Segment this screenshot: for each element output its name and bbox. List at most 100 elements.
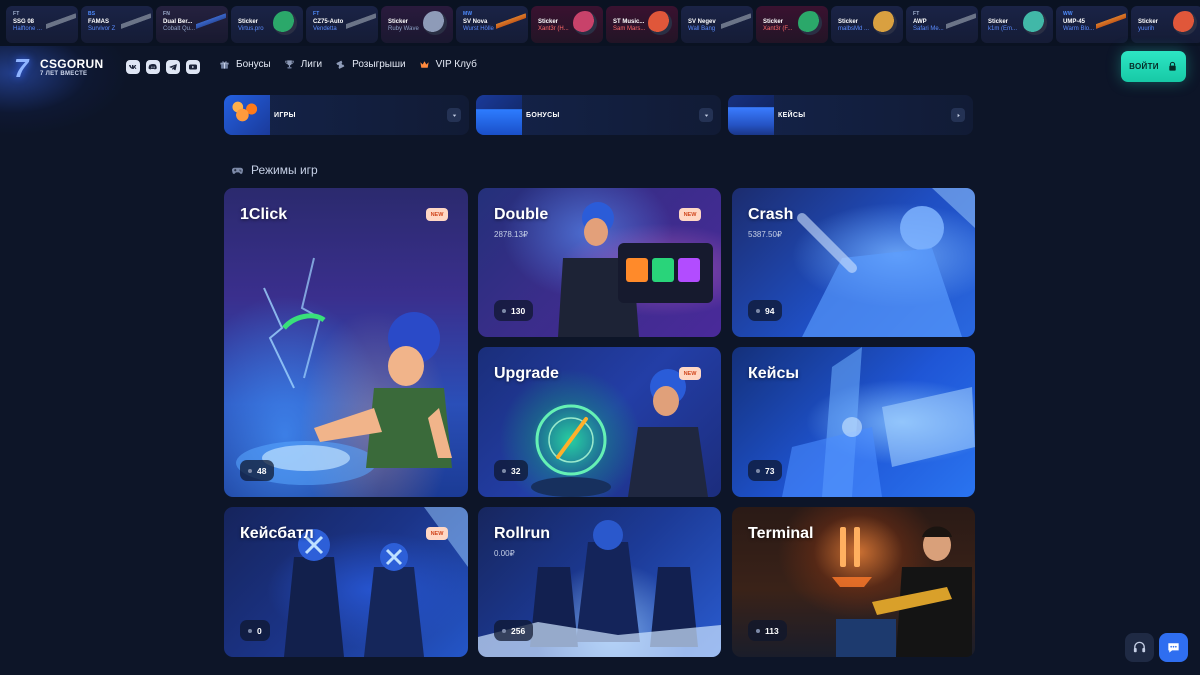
online-count: 0 [257, 625, 262, 636]
chat-button[interactable] [1159, 633, 1188, 662]
nav-vip-club-label: VIP Клуб [435, 59, 477, 70]
cases-open-button[interactable] [951, 108, 965, 122]
login-button[interactable]: ВОЙТИ [1121, 51, 1186, 82]
nav-giveaways[interactable]: Розыгрыши [335, 59, 406, 70]
login-label: ВОЙТИ [1129, 62, 1159, 71]
drop-item[interactable]: BS FAMAS Survivor Z [81, 6, 153, 43]
category-cases-label: КЕЙСЫ [778, 111, 806, 119]
drop-item[interactable]: Sticker k1m (Em... [981, 6, 1053, 43]
online-counter: 73 [748, 460, 783, 481]
game-card-casebattle[interactable]: Кейсбатл NEW 0 [224, 507, 468, 657]
section-title: Режимы игр [251, 163, 318, 177]
game-title: 1Click [240, 206, 288, 223]
online-counter: 113 [748, 620, 787, 641]
online-counter: 130 [494, 300, 534, 321]
weapon-image [1096, 11, 1126, 37]
support-button[interactable] [1125, 633, 1154, 662]
drop-item[interactable]: Sticker Xant3r (F... [756, 6, 828, 43]
drop-item[interactable]: FT AWP Safari Me... [906, 6, 978, 43]
game-card-cases[interactable]: Кейсы 73 [732, 347, 975, 497]
game-card-double[interactable]: Double 2878.13₽ NEW 130 [478, 188, 721, 337]
cases-thumbnail [728, 95, 774, 135]
nav-leagues-label: Лиги [300, 59, 323, 70]
online-count: 94 [765, 305, 775, 316]
online-dot-icon [248, 628, 252, 633]
game-bank: 0.00₽ [494, 549, 515, 558]
new-badge: NEW [679, 367, 701, 380]
game-title: Upgrade [494, 365, 559, 382]
drop-item[interactable]: FT CZ75-Auto Vendetta [306, 6, 378, 43]
discord-icon[interactable] [146, 60, 160, 74]
weapon-image [196, 11, 226, 37]
gamepad-icon [231, 167, 244, 174]
logo-tagline: 7 ЛЕТ ВМЕСТЕ [40, 71, 88, 77]
game-title: Rollrun [494, 525, 550, 542]
online-dot-icon [248, 468, 252, 473]
crown-icon [419, 61, 429, 68]
category-cases[interactable]: КЕЙСЫ [728, 95, 973, 135]
online-dot-icon [756, 468, 760, 473]
drop-item[interactable]: FN Dual Ber... Cobalt Qu... [156, 6, 228, 43]
game-card-1click[interactable]: 1Click NEW 48 [224, 188, 468, 497]
game-card-upgrade[interactable]: Upgrade NEW 32 [478, 347, 721, 497]
sticker-image [1173, 11, 1197, 35]
chevron-down-icon [452, 114, 456, 117]
sticker-image [1023, 11, 1047, 35]
drop-item[interactable]: ST Music... Sam Mars... [606, 6, 678, 43]
online-counter: 48 [240, 460, 275, 481]
new-badge: NEW [426, 208, 448, 221]
drop-item[interactable]: Sticker Virtus.pro [231, 6, 303, 43]
game-title: Double [494, 206, 549, 223]
drop-item[interactable]: Sticker Xant3r (H... [531, 6, 603, 43]
online-count: 113 [765, 625, 779, 636]
bonuses-expand-button[interactable] [699, 108, 713, 122]
drop-item[interactable]: SV Negev Wall Bang [681, 6, 753, 43]
youtube-icon[interactable] [186, 60, 200, 74]
sticker-image [573, 11, 597, 35]
main-nav: Бонусы Лиги Розыгрыши VIP Клуб [219, 59, 477, 70]
game-card-terminal[interactable]: Terminal 113 [732, 507, 975, 657]
category-games[interactable]: ИГРЫ [224, 95, 469, 135]
category-bonuses[interactable]: БОНУСЫ [476, 95, 721, 135]
online-dot-icon [502, 308, 506, 313]
games-expand-button[interactable] [447, 108, 461, 122]
logo-mark[interactable]: 7 [14, 53, 28, 84]
online-counter: 32 [494, 460, 529, 481]
sticker-image [873, 11, 897, 35]
gift-icon [220, 61, 229, 69]
logo-name[interactable]: CSGORUN [40, 57, 103, 71]
trophy-icon [285, 60, 294, 69]
nav-bonuses-label: Бонусы [236, 59, 271, 70]
new-badge: NEW [679, 208, 701, 221]
sticker-image [423, 11, 447, 35]
weapon-image [946, 11, 976, 37]
online-dot-icon [756, 308, 760, 313]
vk-icon[interactable] [126, 60, 140, 74]
category-bonuses-label: БОНУСЫ [526, 111, 560, 119]
online-counter: 94 [748, 300, 783, 321]
bonuses-thumbnail [476, 95, 522, 135]
game-card-crash[interactable]: Crash 5387.50₽ 94 [732, 188, 975, 337]
drop-item[interactable]: FT SSG 08 Halftone ... [6, 6, 78, 43]
chat-bubble-icon [1168, 643, 1179, 653]
game-card-rollrun[interactable]: Rollrun 0.00₽ 256 [478, 507, 721, 657]
drop-item[interactable]: Sticker yuurih [1131, 6, 1200, 43]
online-counter: 0 [240, 620, 270, 641]
drop-item[interactable]: Sticker Ruby Wave [381, 6, 453, 43]
telegram-icon[interactable] [166, 60, 180, 74]
weapon-image [346, 11, 376, 37]
drop-item[interactable]: MW SV Nova Wurst Hölle [456, 6, 528, 43]
lock-icon [1169, 61, 1176, 71]
nav-leagues[interactable]: Лиги [284, 59, 322, 70]
weapon-image [46, 11, 76, 37]
online-dot-icon [502, 468, 506, 473]
drop-item[interactable]: Sticker malbsMd ... [831, 6, 903, 43]
nav-bonuses[interactable]: Бонусы [219, 59, 271, 70]
new-badge: NEW [426, 527, 448, 540]
nav-vip-club[interactable]: VIP Клуб [419, 59, 477, 70]
chevron-right-icon [957, 113, 960, 117]
drop-item[interactable]: WW UMP-45 Warm Blo... [1056, 6, 1128, 43]
online-count: 32 [511, 465, 521, 476]
nav-giveaways-label: Розыгрыши [352, 59, 406, 70]
sticker-image [273, 11, 297, 35]
